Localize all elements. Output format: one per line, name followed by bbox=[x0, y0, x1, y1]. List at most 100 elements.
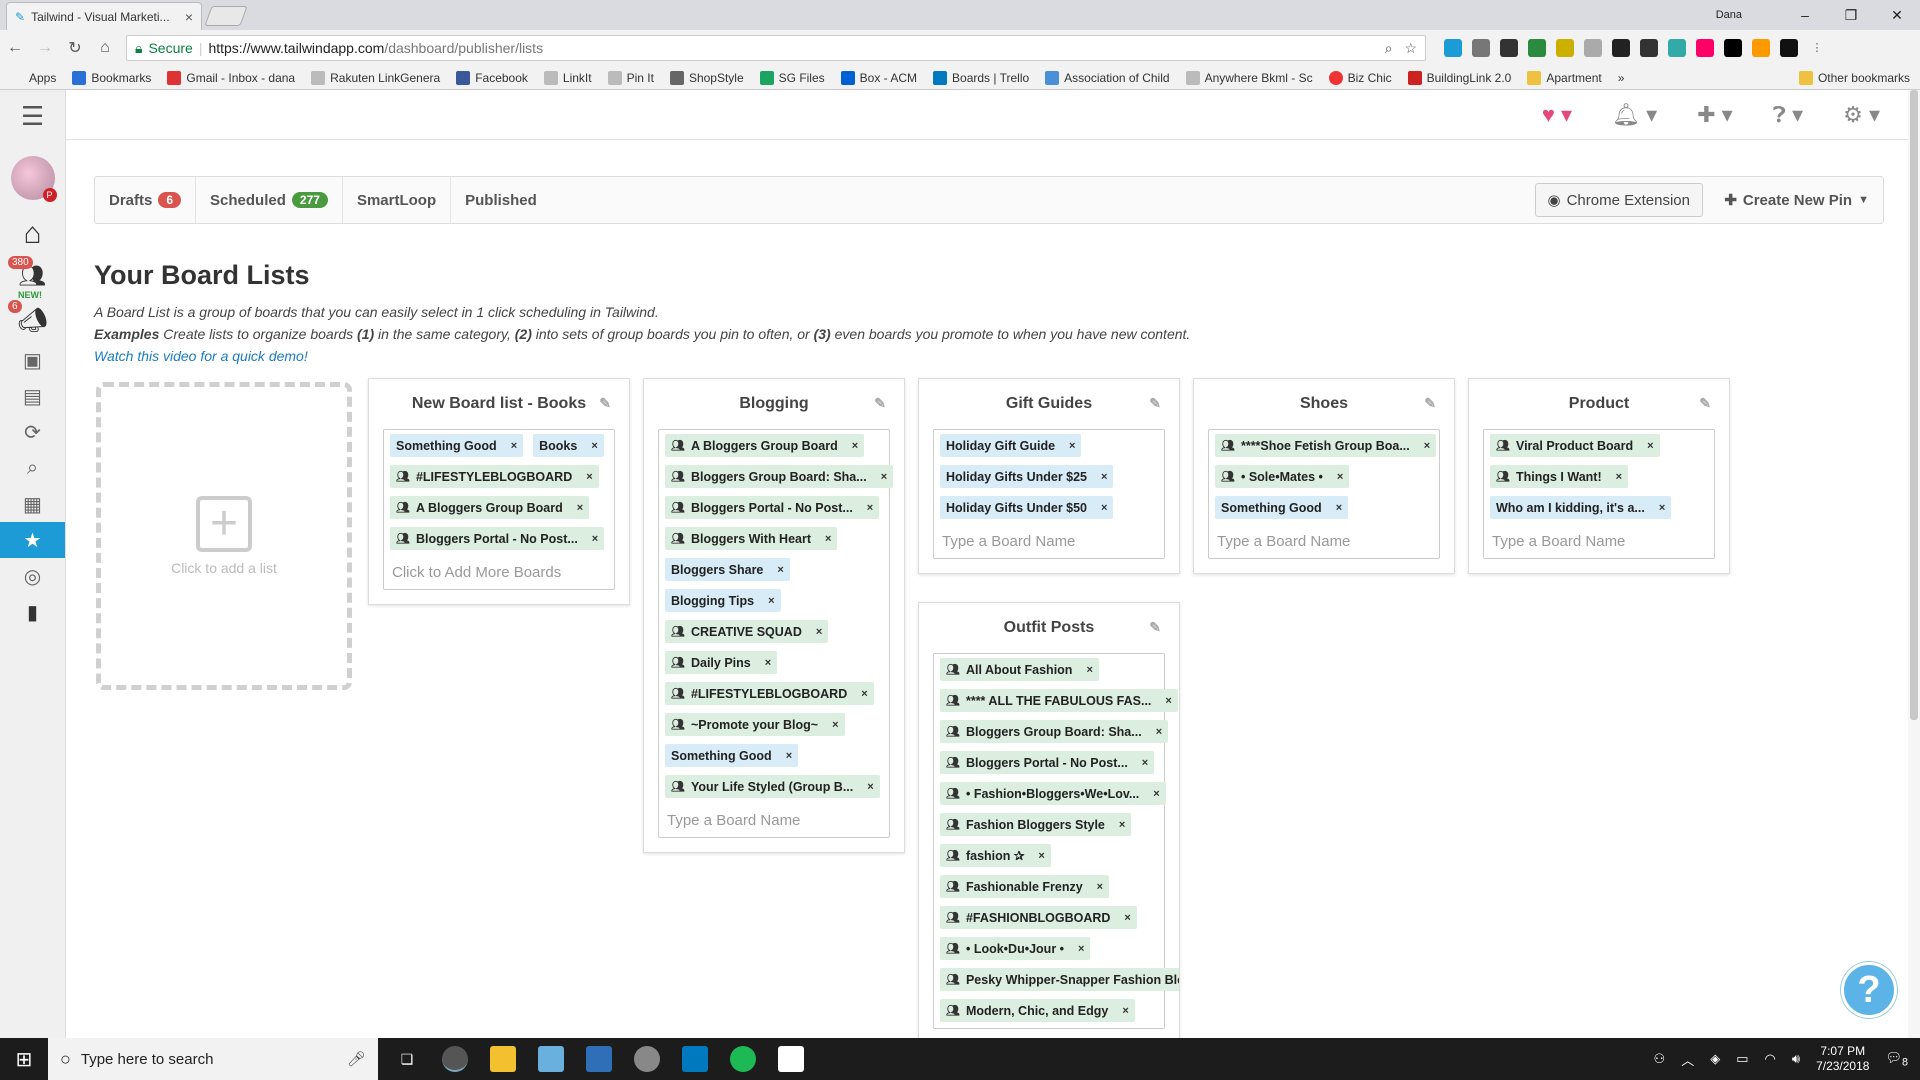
sidebar-publisher[interactable]: ▣ bbox=[0, 342, 65, 378]
edit-pencil-icon[interactable]: ✎ bbox=[1149, 395, 1161, 412]
board-chips-field[interactable]: Holiday Gift Guide × Holiday Gifts Under $… bbox=[933, 429, 1165, 559]
help-icon[interactable]: ❓︎ ▾ bbox=[1773, 102, 1803, 128]
heart-icon[interactable]: ♥ ▾ bbox=[1542, 102, 1572, 128]
remove-board-icon[interactable]: × bbox=[816, 626, 822, 638]
windows-start-icon[interactable]: ⊞ bbox=[0, 1047, 48, 1072]
sidebar-instagram[interactable]: ◎ bbox=[0, 558, 65, 594]
remove-board-icon[interactable]: × bbox=[1424, 440, 1430, 452]
tab-drafts[interactable]: Drafts 6 bbox=[95, 177, 197, 223]
extension-icon[interactable] bbox=[1640, 39, 1658, 57]
edit-pencil-icon[interactable]: ✎ bbox=[1699, 395, 1711, 412]
remove-board-icon[interactable]: × bbox=[592, 533, 598, 545]
board-chips-field[interactable]: 👥︎ All About Fashion × 👥︎ **** ALL THE FABUL… bbox=[933, 653, 1179, 1029]
board-chip[interactable]: 👥︎ Bloggers With Heart × bbox=[665, 527, 838, 550]
maximize-icon[interactable]: ❐ bbox=[1828, 7, 1874, 24]
remove-board-icon[interactable]: × bbox=[591, 440, 597, 452]
remove-board-icon[interactable]: × bbox=[1069, 440, 1075, 452]
app-icon[interactable] bbox=[634, 1046, 660, 1072]
reload-icon[interactable]: ↻ bbox=[66, 38, 84, 58]
url-field[interactable]: 🔒︎ Secure | https://www.tailwindapp.com/… bbox=[126, 35, 1426, 61]
chrome-app-icon[interactable] bbox=[442, 1046, 468, 1072]
board-chip[interactable]: 👥︎ Viral Product Board × bbox=[1490, 434, 1660, 457]
bookmark-item[interactable]: SG Files bbox=[759, 70, 825, 85]
trello-app-icon[interactable] bbox=[682, 1046, 708, 1072]
bookmark-item[interactable]: Boards | Trello bbox=[933, 70, 1029, 85]
remove-board-icon[interactable]: × bbox=[1142, 757, 1148, 769]
board-chip[interactable]: 👥︎ Pesky Whipper-Snapper Fashion Blogge..… bbox=[940, 968, 1179, 991]
remove-board-icon[interactable]: × bbox=[577, 502, 583, 514]
remove-board-icon[interactable]: × bbox=[768, 595, 774, 607]
remove-board-icon[interactable]: × bbox=[786, 750, 792, 762]
remove-board-icon[interactable]: × bbox=[777, 564, 783, 576]
file-explorer-icon[interactable] bbox=[490, 1046, 516, 1072]
tab-smartloop[interactable]: SmartLoop bbox=[343, 177, 452, 223]
bookmark-item[interactable]: Gmail - Inbox - dana bbox=[167, 70, 295, 85]
pinterest-extension-icon[interactable] bbox=[1472, 39, 1490, 57]
extension-icon[interactable] bbox=[1612, 39, 1630, 57]
board-chip[interactable]: 👥︎ Bloggers Group Board: Sha... × bbox=[665, 465, 894, 488]
chrome-extension-button[interactable]: ◉ Chrome Extension bbox=[1534, 183, 1703, 217]
sidebar-campaigns[interactable]: 6 📣︎ bbox=[0, 298, 65, 342]
extension-icon[interactable] bbox=[1584, 39, 1602, 57]
sidebar-followers[interactable]: 380 👥︎ NEW! bbox=[0, 254, 65, 300]
board-chip[interactable]: 👥︎ • Sole•Mates • × bbox=[1215, 465, 1350, 488]
remove-board-icon[interactable]: × bbox=[1156, 726, 1162, 738]
home-icon[interactable]: ⌂ bbox=[96, 39, 114, 57]
board-name-input[interactable]: Type a Board Name bbox=[940, 527, 1158, 552]
help-chat-button[interactable]: ? bbox=[1841, 962, 1897, 1018]
remove-board-icon[interactable]: × bbox=[881, 471, 887, 483]
board-chip[interactable]: 👥︎ Fashion Bloggers Style × bbox=[940, 813, 1132, 836]
gear-icon[interactable]: ⚙ ▾ bbox=[1843, 102, 1880, 128]
scroll-thumb[interactable] bbox=[1910, 90, 1918, 720]
buffer-extension-icon[interactable] bbox=[1500, 39, 1518, 57]
board-chip[interactable]: 👥︎ Bloggers Portal - No Post... × bbox=[940, 751, 1155, 774]
board-chips-field[interactable]: 👥︎ Viral Product Board × 👥︎ Things I Want! × W… bbox=[1483, 429, 1715, 559]
bookmark-item[interactable]: Anywhere Bkml - Sc bbox=[1185, 70, 1313, 85]
board-chip[interactable]: 👥︎ • Fashion•Bloggers•We•Lov... × bbox=[940, 782, 1166, 805]
remove-board-icon[interactable]: × bbox=[1647, 440, 1653, 452]
board-name-input[interactable]: Type a Board Name bbox=[1490, 527, 1708, 552]
bookmark-star-icon[interactable]: ☆ bbox=[1404, 40, 1417, 57]
demo-video-link[interactable]: Watch this video for a quick demo! bbox=[94, 345, 1190, 367]
remove-board-icon[interactable]: × bbox=[1337, 471, 1343, 483]
board-chip[interactable]: 👥︎ #LIFESTYLEBLOGBOARD × bbox=[665, 682, 874, 705]
volume-icon[interactable]: 🔊︎ bbox=[1792, 1051, 1800, 1067]
photos-icon[interactable] bbox=[778, 1046, 804, 1072]
remove-board-icon[interactable]: × bbox=[1101, 471, 1107, 483]
bookmark-item[interactable]: Box - ACM bbox=[840, 70, 917, 85]
board-chip[interactable]: Bloggers Share × bbox=[665, 558, 790, 581]
board-chip[interactable]: 👥︎ #FASHIONBLOGBOARD × bbox=[940, 906, 1137, 929]
board-chip[interactable]: 👥︎ All About Fashion × bbox=[940, 658, 1099, 681]
bookmark-item[interactable]: Facebook bbox=[456, 70, 528, 85]
remove-board-icon[interactable]: × bbox=[586, 471, 592, 483]
bookmarks-more-icon[interactable]: » bbox=[1618, 71, 1625, 85]
people-icon[interactable]: ⚇ bbox=[1654, 1051, 1666, 1067]
board-chips-field[interactable]: Something Good × Books × 👥︎ #LIFESTYLEBLOGBOA… bbox=[383, 429, 615, 590]
remove-board-icon[interactable]: × bbox=[1078, 943, 1084, 955]
bookmark-item[interactable]: Association of Child bbox=[1045, 70, 1170, 85]
extension-icon[interactable] bbox=[1780, 39, 1798, 57]
bookmark-item[interactable]: Apartment bbox=[1527, 70, 1602, 85]
remove-board-icon[interactable]: × bbox=[1122, 1005, 1128, 1017]
remove-board-icon[interactable]: × bbox=[765, 657, 771, 669]
menu-toggle[interactable]: ☰ bbox=[0, 90, 65, 142]
remove-board-icon[interactable]: × bbox=[1336, 502, 1342, 514]
board-chip[interactable]: 👥︎ Things I Want! × bbox=[1490, 465, 1629, 488]
remove-board-icon[interactable]: × bbox=[852, 440, 858, 452]
sidebar-content[interactable]: ▤ bbox=[0, 378, 65, 414]
board-chip[interactable]: Something Good × bbox=[390, 434, 524, 457]
minimize-icon[interactable]: – bbox=[1782, 7, 1828, 23]
board-chip[interactable]: 👥︎ Daily Pins × bbox=[665, 651, 778, 674]
remove-board-icon[interactable]: × bbox=[1124, 912, 1130, 924]
board-chip[interactable]: Holiday Gifts Under $50 × bbox=[940, 496, 1114, 519]
tab-close-icon[interactable]: × bbox=[185, 9, 193, 25]
remove-board-icon[interactable]: × bbox=[1659, 502, 1665, 514]
board-chip[interactable]: 👥︎ A Bloggers Group Board × bbox=[665, 434, 865, 457]
board-chip[interactable]: 👥︎ ~Promote your Blog~ × bbox=[665, 713, 845, 736]
back-icon[interactable]: ← bbox=[6, 39, 24, 57]
board-chip[interactable]: 👥︎ Modern, Chic, and Edgy × bbox=[940, 999, 1135, 1022]
board-chip[interactable]: 👥︎ **** ALL THE FABULOUS FAS... × bbox=[940, 689, 1178, 712]
zoom-icon[interactable]: ⌕ bbox=[1385, 40, 1393, 57]
remove-board-icon[interactable]: × bbox=[861, 688, 867, 700]
remove-board-icon[interactable]: × bbox=[1097, 881, 1103, 893]
